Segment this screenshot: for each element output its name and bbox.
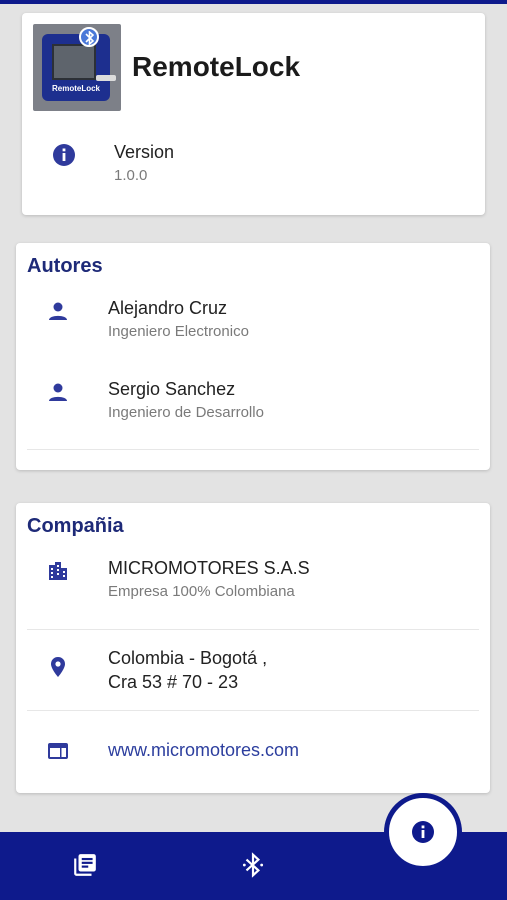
app-info-card: RemoteLock RemoteLock Version 1.0.0 (22, 13, 485, 215)
company-card: Compañia MICROMOTORES S.A.S Empresa 100%… (16, 503, 490, 793)
author-role: Ingeniero de Desarrollo (108, 404, 264, 421)
author-name: Alejandro Cruz (108, 298, 228, 318)
bluetooth-icon[interactable] (240, 852, 266, 878)
company-section-title: Compañia (27, 515, 124, 537)
person-icon (49, 383, 67, 401)
business-icon (49, 562, 67, 580)
info-tab-button[interactable] (384, 793, 462, 871)
author-name: Sergio Sanchez (108, 379, 236, 399)
address-line-1: Colombia - Bogotá , (108, 648, 268, 668)
version-value: 1.0.0 (114, 167, 148, 184)
company-tagline: Empresa 100% Colombiana (108, 583, 295, 600)
info-icon (53, 144, 75, 166)
bluetooth-badge-icon (79, 27, 99, 47)
authors-card: Autores Alejandro Cruz Ingeniero Electro… (16, 243, 490, 470)
address-line-2: Cra 53 # 70 - 23 (108, 672, 239, 692)
app-name: RemoteLock (132, 51, 301, 82)
web-icon (48, 743, 68, 759)
library-books-icon[interactable] (72, 852, 98, 878)
version-label: Version (114, 142, 175, 162)
top-status-accent (0, 0, 507, 4)
website-link[interactable]: www.micromotores.com (108, 740, 299, 761)
company-name: MICROMOTORES S.A.S (108, 558, 310, 578)
authors-section-title: Autores (27, 255, 103, 277)
logo-text: RemoteLock (51, 84, 100, 93)
divider (27, 449, 479, 450)
info-icon (412, 821, 434, 843)
author-role: Ingeniero Electronico (108, 323, 249, 340)
app-logo: RemoteLock (33, 24, 121, 111)
person-icon (49, 302, 67, 320)
location-pin-icon (51, 657, 65, 677)
divider (27, 710, 479, 711)
divider (27, 629, 479, 630)
